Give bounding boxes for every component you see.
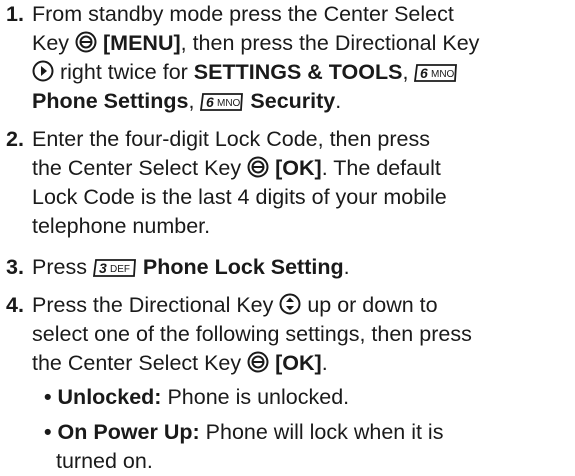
step-text-line: Phone Settings, 6 MNO Security. — [32, 87, 571, 116]
step-1: 1. From standby mode press the Center Se… — [6, 0, 571, 116]
list-item: • Unlocked: Phone is unlocked. — [44, 383, 564, 412]
keypad-6-mno-icon: 6 MNO — [200, 93, 244, 111]
step-text-line: Key [MENU], then press the Directional K… — [32, 29, 571, 58]
instruction-page: 1. From standby mode press the Center Se… — [0, 0, 575, 475]
step-text: up or down to — [301, 293, 438, 317]
menu-path-label: Phone Settings — [32, 89, 189, 113]
ok-key-label: [OK] — [275, 351, 322, 375]
step-text-line: select one of the following settings, th… — [32, 320, 571, 349]
center-select-key-icon — [75, 31, 97, 53]
ok-key-label: [OK] — [275, 156, 322, 180]
menu-path-label: SETTINGS & TOOLS — [193, 60, 403, 84]
step-number: 1. — [6, 2, 24, 26]
step-text: right twice for — [54, 60, 194, 84]
step-text-line: the Center Select Key [OK]. — [32, 349, 571, 378]
list-item: • On Power Up: Phone will lock when it is… — [44, 418, 564, 476]
setting-description: Phone will lock when it is — [199, 420, 444, 444]
setting-term: On Power Up: — [57, 420, 200, 444]
step-text: the Center Select Key — [32, 351, 248, 375]
step-number: 4. — [6, 293, 24, 317]
menu-path-label: Phone Lock Setting — [142, 255, 344, 279]
step-text: , — [188, 89, 201, 113]
menu-key-label: [MENU] — [103, 31, 181, 55]
step-text: Lock Code is the last 4 digits of your m… — [32, 185, 447, 209]
step-text-line: Enter the four-digit Lock Code, then pre… — [32, 125, 571, 154]
step-4: 4. Press the Directional Key up or down … — [6, 291, 571, 378]
center-select-key-icon — [247, 351, 269, 373]
keypad-3-def-icon: 3 DEF — [92, 259, 137, 277]
step-text: Press the Directional Key — [32, 293, 280, 317]
step-text-line: From standby mode press the Center Selec… — [32, 0, 571, 29]
svg-text:MNO: MNO — [431, 69, 455, 80]
setting-description: turned on. — [56, 449, 153, 473]
keypad-6-mno-icon: 6 MNO — [414, 64, 458, 82]
step-2: 2. Enter the four-digit Lock Code, then … — [6, 125, 571, 241]
directional-right-icon — [32, 60, 54, 82]
step-text-line: Lock Code is the last 4 digits of your m… — [32, 183, 571, 212]
step-text: . — [321, 351, 328, 375]
step-text: telephone number. — [32, 214, 211, 238]
step-text: . The default — [321, 156, 441, 180]
menu-path-label: Security — [250, 89, 336, 113]
step-text: . — [335, 89, 342, 113]
step-text-line: telephone number. — [32, 212, 571, 241]
step-text: Key — [32, 31, 76, 55]
step-text-line: Press the Directional Key up or down to — [32, 291, 571, 320]
step-text: , then press the Directional Key — [180, 31, 480, 55]
step-text: Enter the four-digit Lock Code, then pre… — [32, 127, 430, 151]
step-text-line: Press 3 DEF Phone Lock Setting. — [32, 253, 571, 282]
step-number: 3. — [6, 255, 24, 279]
step-text: select one of the following settings, th… — [32, 322, 472, 346]
directional-updown-icon — [279, 293, 301, 315]
svg-text:DEF: DEF — [110, 264, 130, 275]
svg-text:MNO: MNO — [217, 98, 241, 109]
step-text: . — [343, 255, 350, 279]
step-text-line: right twice for SETTINGS & TOOLS, 6 MNO — [32, 58, 571, 87]
step-3: 3. Press 3 DEF Phone Lock Setting. — [6, 253, 571, 282]
svg-text:6: 6 — [420, 65, 428, 81]
center-select-key-icon — [247, 156, 269, 178]
step-number: 2. — [6, 127, 24, 151]
step-text: Press — [32, 255, 93, 279]
setting-description: Phone is unlocked. — [161, 385, 350, 409]
step-text: From standby mode press the Center Selec… — [32, 2, 454, 26]
step-text: , — [402, 60, 409, 84]
step-text-line: the Center Select Key [OK]. The default — [32, 154, 571, 183]
svg-text:3: 3 — [99, 260, 107, 276]
setting-term: Unlocked: — [57, 385, 162, 409]
bullet-dot: • — [44, 420, 52, 444]
bullet-dot: • — [44, 385, 52, 409]
step-text: the Center Select Key — [32, 156, 248, 180]
svg-text:6: 6 — [206, 94, 214, 110]
